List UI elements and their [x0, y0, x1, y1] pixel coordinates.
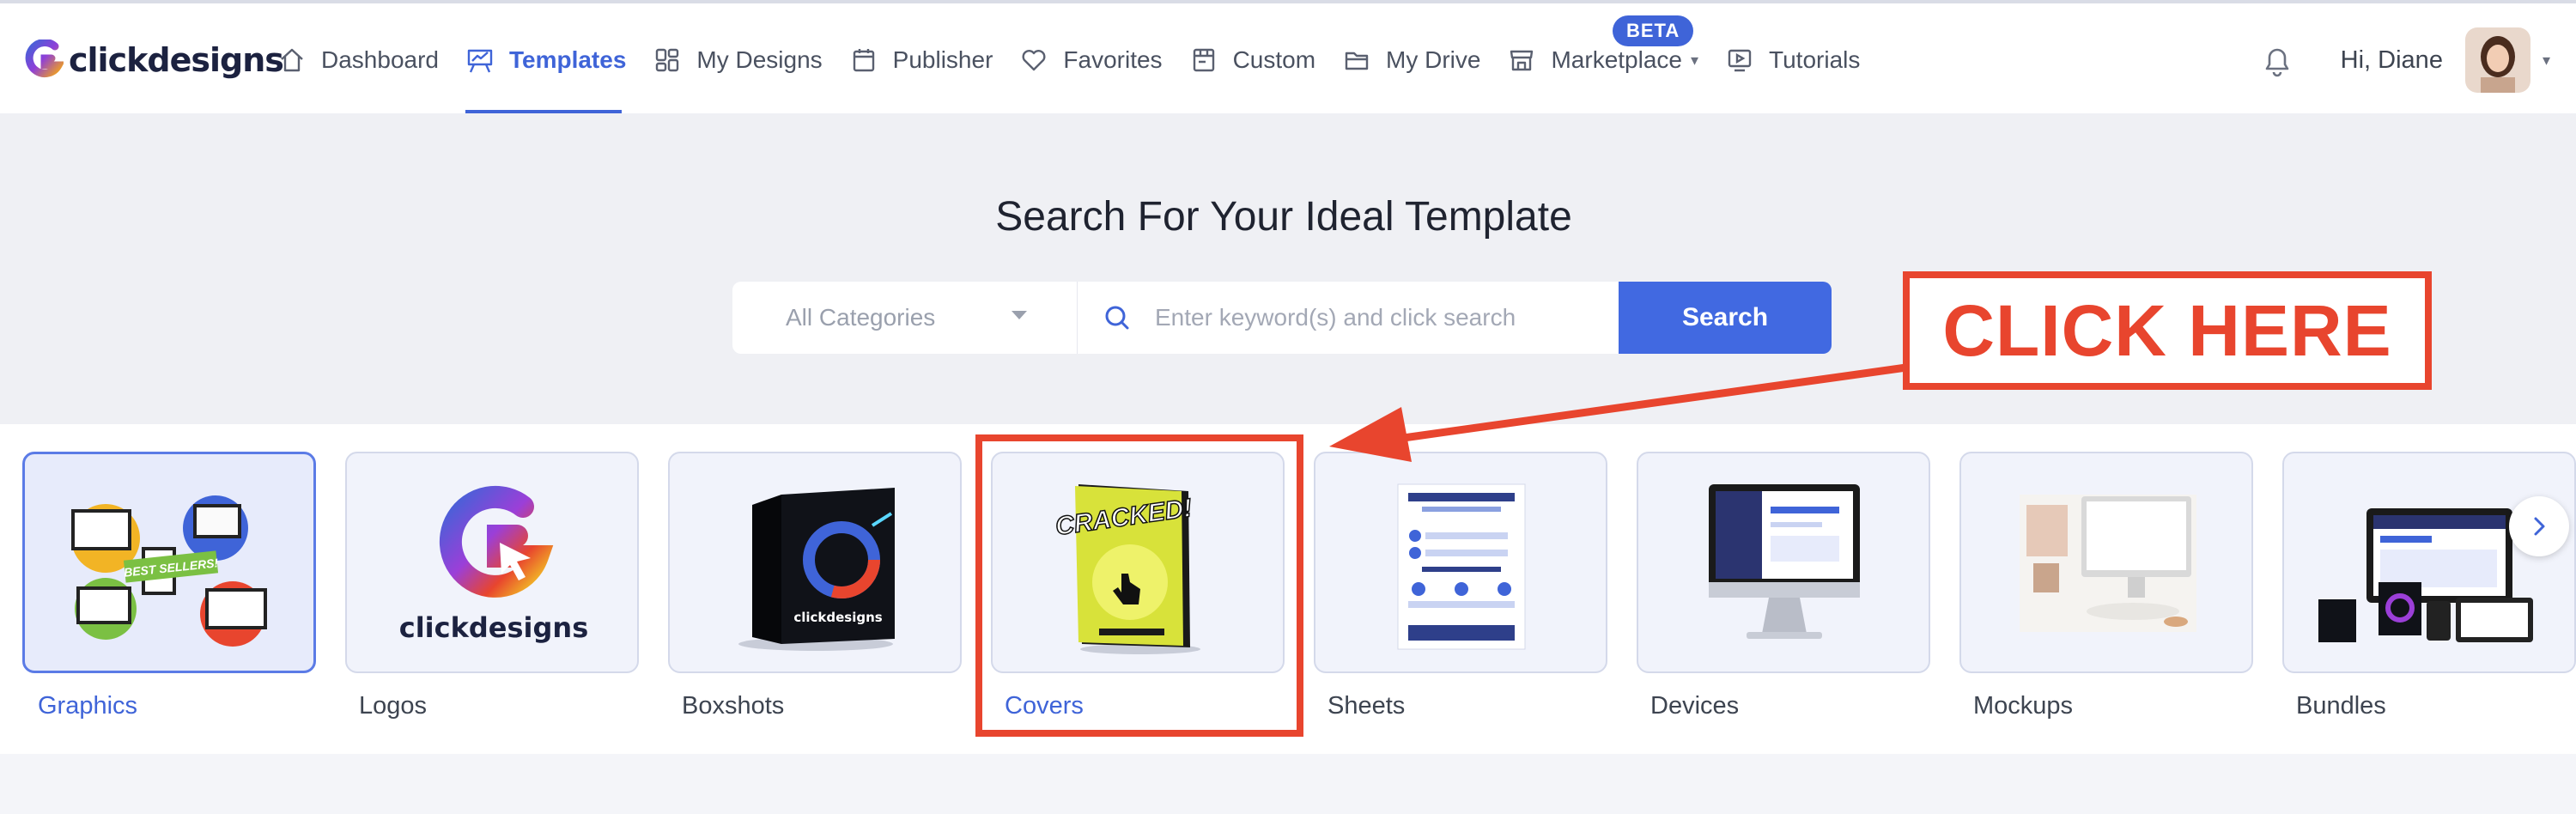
click-here-callout: CLICK HERE: [1903, 271, 2432, 390]
category-label-boxshots[interactable]: Boxshots: [682, 692, 784, 720]
avatar[interactable]: [2464, 27, 2530, 93]
nav-label: My Drive: [1386, 46, 1481, 73]
category-select-value: All Categories: [786, 304, 936, 331]
nav-item-publisher[interactable]: Publisher: [848, 34, 993, 86]
store-icon: [1506, 45, 1537, 76]
easel-icon: [465, 45, 495, 76]
chevron-right-icon: [2534, 517, 2545, 536]
category-label-mockups[interactable]: Mockups: [1973, 692, 2073, 720]
search-icon: [1105, 306, 1129, 330]
category-card-logos[interactable]: clickdesigns: [345, 452, 639, 673]
category-label-sheets[interactable]: Sheets: [1327, 692, 1405, 720]
nav-label: Custom: [1232, 46, 1316, 73]
callout-text: CLICK HERE: [1942, 289, 2392, 371]
category-card-sheets[interactable]: [1314, 452, 1607, 673]
category-card-devices[interactable]: [1637, 452, 1930, 673]
video-icon: [1724, 45, 1755, 76]
nav-label: Dashboard: [321, 46, 439, 73]
category-card-graphics[interactable]: BEST SELLERS!: [22, 452, 316, 673]
carousel-next-button[interactable]: [2509, 496, 2569, 556]
top-navigation-bar: clickdesigns Dashboard Templates My Desi…: [0, 0, 2576, 114]
beta-badge: BETA: [1613, 15, 1694, 46]
grid-icon: [652, 45, 683, 76]
category-select[interactable]: All Categories: [732, 282, 1078, 354]
bundles-thumbnail: [2318, 508, 2533, 642]
chevron-down-icon: [1012, 311, 1027, 319]
devices-thumbnail: [1709, 484, 1860, 639]
box-icon: [1188, 45, 1219, 76]
user-area: Hi, Diane ▾: [2257, 27, 2550, 93]
graphics-thumbnail: BEST SELLERS!: [71, 495, 267, 647]
mockups-thumbnail: [2020, 495, 2196, 632]
chevron-down-icon: ▾: [1691, 51, 1699, 69]
nav-label: Templates: [508, 46, 627, 73]
boxshots-thumbnail: clickdesigns: [738, 488, 895, 651]
search-input[interactable]: [1155, 304, 1601, 331]
category-label-graphics[interactable]: Graphics: [38, 692, 137, 720]
nav-item-dashboard[interactable]: Dashboard: [276, 34, 439, 86]
page-background: [0, 754, 2576, 814]
folder-icon: [1341, 45, 1372, 76]
covers-highlight-box: [975, 434, 1303, 737]
logos-thumbnail: clickdesigns: [399, 485, 589, 644]
category-card-boxshots[interactable]: clickdesigns: [668, 452, 962, 673]
nav-label: Favorites: [1063, 46, 1163, 73]
page-title: Search For Your Ideal Template: [995, 194, 1572, 240]
nav-item-favorites[interactable]: Favorites: [1018, 34, 1163, 86]
boxshot-caption-text: clickdesigns: [793, 610, 882, 625]
nav-item-tutorials[interactable]: Tutorials: [1724, 34, 1860, 86]
category-card-mockups[interactable]: [1959, 452, 2253, 673]
category-card-bundles[interactable]: [2282, 452, 2576, 673]
annotation-arrow-icon: [1329, 363, 1911, 462]
user-greeting[interactable]: Hi, Diane: [2341, 46, 2443, 75]
clickdesigns-logo-icon: [25, 39, 64, 77]
nav-item-templates[interactable]: Templates: [465, 34, 626, 86]
calendar-icon: [848, 45, 879, 76]
heart-icon: [1018, 45, 1049, 76]
category-label-logos[interactable]: Logos: [359, 692, 427, 720]
user-menu-chevron-icon[interactable]: ▾: [2543, 52, 2550, 70]
category-label-devices[interactable]: Devices: [1650, 692, 1739, 720]
brand-logo[interactable]: clickdesigns: [22, 38, 284, 82]
nav-label: Tutorials: [1769, 46, 1861, 73]
sheets-thumbnail: [1397, 483, 1526, 650]
nav-label: Publisher: [892, 46, 993, 73]
logos-caption-text: clickdesigns: [399, 611, 589, 644]
bell-icon[interactable]: [2257, 39, 2298, 81]
brand-name: clickdesigns: [69, 41, 284, 79]
nav-label: My Designs: [696, 46, 823, 73]
nav-item-custom[interactable]: Custom: [1188, 34, 1315, 86]
category-label-bundles[interactable]: Bundles: [2296, 692, 2386, 720]
nav-label: Marketplace: [1551, 46, 1682, 73]
home-icon: [276, 45, 307, 76]
nav-item-my-drive[interactable]: My Drive: [1341, 34, 1480, 86]
nav-item-my-designs[interactable]: My Designs: [652, 34, 823, 86]
